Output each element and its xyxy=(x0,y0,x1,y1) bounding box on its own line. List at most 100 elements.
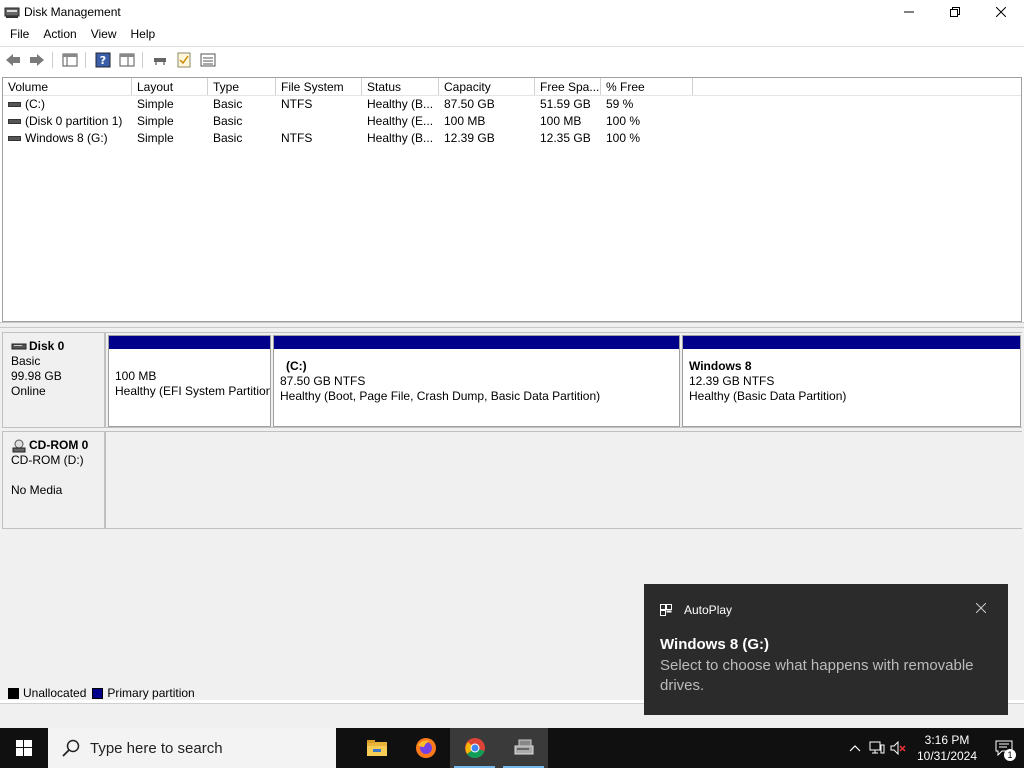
capacity-cell: 12.39 GB xyxy=(444,131,495,145)
file-explorer-icon xyxy=(366,740,387,756)
toast-message: Select to choose what happens with remov… xyxy=(660,657,974,694)
menu-help[interactable]: Help xyxy=(124,27,163,41)
autoplay-notification[interactable]: AutoPlay Windows 8 (G:) Select to choose… xyxy=(644,584,1008,715)
properties-pane-icon xyxy=(119,53,135,66)
volume-name: (Disk 0 partition 1) xyxy=(25,114,123,128)
connect-drive-icon xyxy=(154,57,166,65)
svg-text:?: ? xyxy=(100,54,106,67)
layout-cell: Simple xyxy=(137,114,174,128)
column-header-volume[interactable]: Volume xyxy=(3,78,132,95)
volume-icon xyxy=(8,102,21,107)
cdrom-0-label[interactable]: CD-ROM 0 CD-ROM (D:) No Media xyxy=(2,431,106,529)
chrome-taskbar-button[interactable] xyxy=(450,728,499,768)
status-cell: Healthy (B... xyxy=(367,131,434,145)
percent-free-cell: 100 % xyxy=(606,114,641,128)
search-icon xyxy=(62,739,80,757)
toolbar: ? xyxy=(0,46,1024,72)
primary-partition-bar xyxy=(274,336,679,349)
column-header-free-space[interactable]: Free Spa... xyxy=(535,78,601,95)
taskbar-search-box[interactable]: Type here to search xyxy=(48,728,336,768)
column-header-type[interactable]: Type xyxy=(208,78,276,95)
primary-partition-swatch xyxy=(92,687,104,699)
table-row[interactable]: (Disk 0 partition 1) Simple Basic Health… xyxy=(3,113,1021,130)
volume-icon xyxy=(8,119,21,124)
file-system-cell: NTFS xyxy=(281,131,313,145)
toast-close-button[interactable] xyxy=(975,600,987,618)
taskbar: Type here to search 3:16 PM 10/31/2024 1 xyxy=(0,728,1024,768)
firefox-icon xyxy=(415,738,436,758)
forward-arrow-icon xyxy=(30,53,44,66)
check-button[interactable] xyxy=(173,50,195,70)
minimize-icon xyxy=(904,11,914,13)
disk-0-label[interactable]: Disk 0 Basic 99.98 GB Online xyxy=(2,332,106,428)
toolbar-separator xyxy=(52,51,53,68)
status-cell: Healthy (E... xyxy=(367,114,434,128)
start-button[interactable] xyxy=(0,728,48,768)
toolbar-separator xyxy=(142,51,143,68)
close-icon xyxy=(996,7,1006,17)
chrome-icon xyxy=(464,738,485,758)
close-button[interactable] xyxy=(978,0,1024,24)
disk-0-row: Disk 0 Basic 99.98 GB Online 100 MB Heal… xyxy=(2,332,1022,428)
system-tray: 3:16 PM 10/31/2024 1 xyxy=(844,728,1024,768)
help-button[interactable]: ? xyxy=(92,50,114,70)
show-hide-console-tree-button[interactable] xyxy=(59,50,81,70)
partition-size: 100 MB xyxy=(115,369,157,383)
cdrom-0-area xyxy=(106,431,1022,529)
firefox-taskbar-button[interactable] xyxy=(401,728,450,768)
cdrom-0-name: CD-ROM 0 xyxy=(29,438,89,452)
partition-name: (C:) xyxy=(286,359,307,373)
disk-management-taskbar-button[interactable] xyxy=(499,728,548,768)
column-header-percent-free[interactable]: % Free xyxy=(601,78,693,95)
show-hidden-icons-button[interactable] xyxy=(844,728,866,768)
close-icon xyxy=(975,602,987,614)
disk-0-name: Disk 0 xyxy=(29,339,65,353)
taskbar-clock[interactable]: 3:16 PM 10/31/2024 xyxy=(910,732,984,764)
volume-tray-button[interactable] xyxy=(888,728,910,768)
partition-status: Healthy (EFI System Partition) xyxy=(115,384,270,398)
legend-primary: Primary partition xyxy=(107,686,195,700)
network-tray-button[interactable] xyxy=(866,728,888,768)
partition-size: 12.39 GB NTFS xyxy=(689,374,775,388)
help-icon: ? xyxy=(95,52,111,67)
primary-partition-bar xyxy=(683,336,1020,349)
column-header-status[interactable]: Status xyxy=(362,78,439,95)
windows-logo-icon xyxy=(16,740,32,756)
minimize-button[interactable] xyxy=(886,0,932,24)
restore-button[interactable] xyxy=(932,0,978,24)
partition-name: Windows 8 xyxy=(689,359,752,373)
chevron-up-icon xyxy=(849,745,861,752)
partition-c[interactable]: (C:) 87.50 GB NTFS Healthy (Boot, Page F… xyxy=(273,335,680,427)
menu-file[interactable]: File xyxy=(0,27,36,41)
partition-efi[interactable]: 100 MB Healthy (EFI System Partition) xyxy=(108,335,271,427)
disk-management-app-icon xyxy=(4,5,20,19)
free-space-cell: 100 MB xyxy=(540,114,582,128)
autoplay-icon xyxy=(660,604,672,616)
layout-cell: Simple xyxy=(137,97,174,111)
column-header-capacity[interactable]: Capacity xyxy=(439,78,535,95)
properties-view-button[interactable] xyxy=(116,50,138,70)
table-row[interactable]: Windows 8 (G:) Simple Basic NTFS Healthy… xyxy=(3,130,1021,147)
volume-list-header: Volume Layout Type File System Status Ca… xyxy=(3,78,1021,96)
disk-management-icon xyxy=(514,739,533,755)
list-view-button[interactable] xyxy=(197,50,219,70)
speaker-muted-icon xyxy=(890,741,906,755)
forward-button[interactable] xyxy=(26,50,48,70)
type-cell: Basic xyxy=(213,131,243,145)
connect-button[interactable] xyxy=(149,50,171,70)
partition-windows-8[interactable]: Windows 8 12.39 GB NTFS Healthy (Basic D… xyxy=(682,335,1021,427)
table-row[interactable]: (C:) Simple Basic NTFS Healthy (B... 87.… xyxy=(3,96,1021,113)
restore-icon xyxy=(950,7,960,17)
toast-title: Windows 8 (G:) xyxy=(660,636,770,653)
menu-bar: File Action View Help xyxy=(0,24,1024,44)
action-center-button[interactable]: 1 xyxy=(984,728,1024,768)
disk-0-size: 99.98 GB xyxy=(11,369,62,383)
menu-action[interactable]: Action xyxy=(36,27,83,41)
column-header-file-system[interactable]: File System xyxy=(276,78,362,95)
menu-view[interactable]: View xyxy=(84,27,124,41)
column-header-layout[interactable]: Layout xyxy=(132,78,208,95)
file-explorer-taskbar-button[interactable] xyxy=(352,728,401,768)
legend: Unallocated Primary partition xyxy=(0,684,201,702)
capacity-cell: 87.50 GB xyxy=(444,97,495,111)
back-button[interactable] xyxy=(2,50,24,70)
